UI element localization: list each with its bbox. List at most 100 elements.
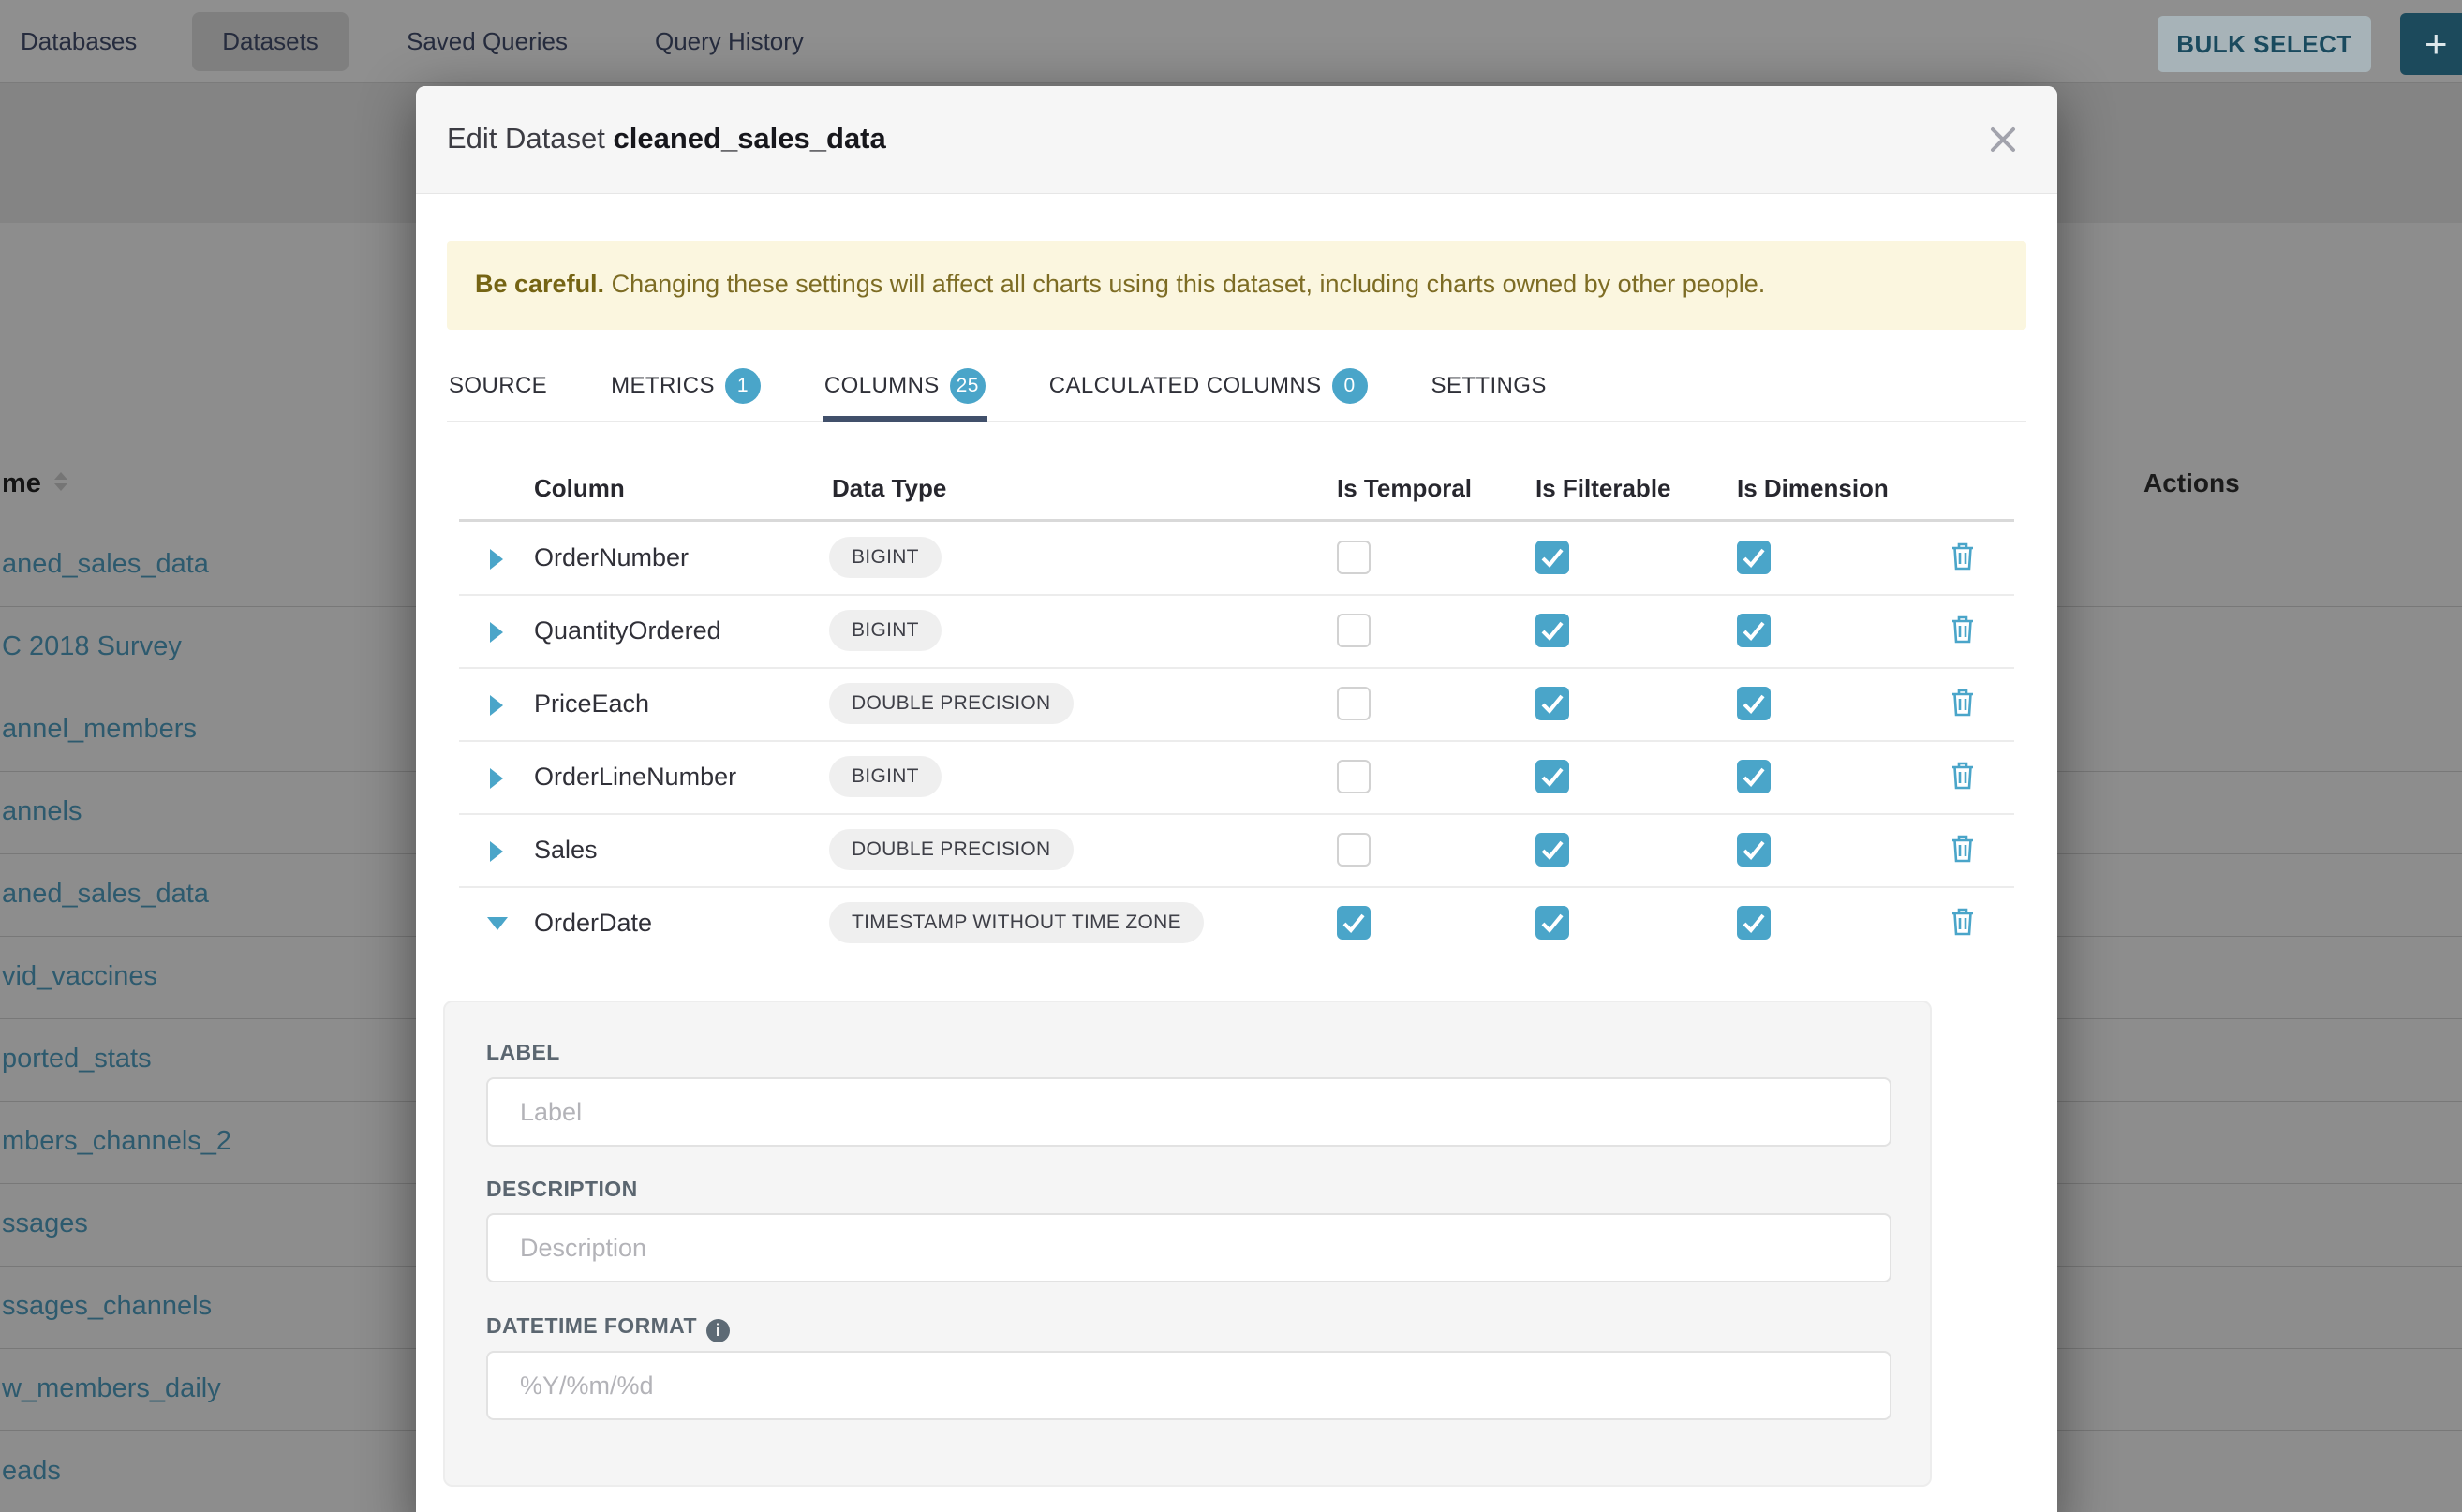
dataset-link[interactable]: aned_sales_data: [2, 549, 209, 580]
column-row-priceeach: PriceEach DOUBLE PRECISION: [459, 667, 2014, 742]
is-temporal-checkbox[interactable]: [1337, 687, 1371, 720]
delete-icon[interactable]: [1950, 761, 1975, 791]
header-is-filterable: Is Filterable: [1535, 474, 1671, 503]
column-row-orderlinenumber: OrderLineNumber BIGINT: [459, 740, 2014, 815]
data-type-pill: DOUBLE PRECISION: [829, 683, 1074, 724]
modal-title: Edit Dataset cleaned_sales_data: [447, 122, 886, 156]
expand-caret-icon[interactable]: [490, 841, 503, 862]
nav-tab-datasets[interactable]: Datasets: [192, 12, 349, 71]
delete-icon[interactable]: [1950, 541, 1975, 571]
warning-banner: Be careful. Changing these settings will…: [447, 241, 2026, 330]
is-dimension-checkbox[interactable]: [1737, 760, 1771, 793]
edit-dataset-modal: Edit Dataset cleaned_sales_data Be caref…: [416, 86, 2057, 1512]
modal-title-dataset: cleaned_sales_data: [614, 122, 886, 155]
data-type-pill: BIGINT: [829, 756, 942, 797]
dataset-link[interactable]: ssages: [2, 1208, 88, 1239]
column-name: Sales: [534, 836, 598, 865]
header-is-temporal: Is Temporal: [1337, 474, 1472, 503]
sort-icon[interactable]: [54, 472, 67, 491]
is-dimension-checkbox[interactable]: [1737, 541, 1771, 574]
data-type-pill: BIGINT: [829, 610, 942, 651]
datetime-format-field-label: DATETIME FORMATi: [486, 1313, 730, 1342]
plus-icon: +: [2425, 22, 2448, 66]
metrics-count-badge: 1: [725, 368, 761, 404]
tab-settings[interactable]: SETTINGS: [1430, 351, 1549, 421]
nav-tab-saved-queries[interactable]: Saved Queries: [407, 0, 568, 82]
column-name: OrderDate: [534, 909, 652, 938]
column-name: OrderNumber: [534, 543, 689, 572]
header-is-dimension: Is Dimension: [1737, 474, 1889, 503]
is-filterable-checkbox[interactable]: [1535, 760, 1569, 793]
collapse-caret-icon[interactable]: [487, 917, 508, 930]
is-temporal-checkbox[interactable]: [1337, 614, 1371, 647]
nav-tab-databases[interactable]: Databases: [21, 0, 137, 82]
expand-caret-icon[interactable]: [490, 622, 503, 643]
dataset-link[interactable]: ported_stats: [2, 1044, 152, 1075]
top-navbar: Databases Datasets Saved Queries Query H…: [0, 0, 2462, 83]
column-row-orderdate: OrderDate TIMESTAMP WITHOUT TIME ZONE: [459, 886, 2014, 959]
is-dimension-checkbox[interactable]: [1737, 687, 1771, 720]
tab-columns[interactable]: COLUMNS 25: [823, 351, 987, 421]
dataset-link[interactable]: ssages_channels: [2, 1291, 212, 1322]
is-temporal-checkbox[interactable]: [1337, 541, 1371, 574]
actions-column-header: Actions: [2143, 468, 2240, 498]
column-row-sales: Sales DOUBLE PRECISION: [459, 813, 2014, 888]
column-name: QuantityOrdered: [534, 616, 721, 645]
expand-caret-icon[interactable]: [490, 695, 503, 716]
name-column-header[interactable]: me: [2, 468, 41, 499]
column-name: PriceEach: [534, 689, 649, 719]
nav-tab-query-history[interactable]: Query History: [655, 0, 804, 82]
dataset-link[interactable]: annel_members: [2, 714, 197, 745]
is-filterable-checkbox[interactable]: [1535, 906, 1569, 940]
dataset-link[interactable]: mbers_channels_2: [2, 1126, 231, 1157]
tab-source[interactable]: SOURCE: [447, 351, 549, 421]
is-filterable-checkbox[interactable]: [1535, 687, 1569, 720]
dataset-link[interactable]: vid_vaccines: [2, 961, 157, 992]
description-field-label: DESCRIPTION: [486, 1177, 638, 1202]
dataset-link[interactable]: w_members_daily: [2, 1373, 221, 1404]
bulk-select-button[interactable]: BULK SELECT: [2158, 16, 2371, 72]
description-input[interactable]: [486, 1213, 1891, 1282]
columns-count-badge: 25: [950, 368, 986, 404]
modal-header: Edit Dataset cleaned_sales_data: [416, 86, 2057, 194]
is-dimension-checkbox[interactable]: [1737, 614, 1771, 647]
dataset-link[interactable]: eads: [2, 1456, 61, 1487]
modal-title-prefix: Edit Dataset: [447, 122, 605, 155]
add-dataset-button[interactable]: +: [2400, 13, 2462, 75]
tab-metrics[interactable]: METRICS 1: [609, 351, 763, 421]
calculated-columns-count-badge: 0: [1332, 368, 1368, 404]
datetime-format-input[interactable]: [486, 1351, 1891, 1420]
warning-text: Be careful. Changing these settings will…: [475, 270, 1765, 299]
is-temporal-checkbox[interactable]: [1337, 833, 1371, 867]
is-temporal-checkbox[interactable]: [1337, 906, 1371, 940]
is-temporal-checkbox[interactable]: [1337, 760, 1371, 793]
delete-icon[interactable]: [1950, 615, 1975, 645]
is-dimension-checkbox[interactable]: [1737, 833, 1771, 867]
expand-caret-icon[interactable]: [490, 768, 503, 789]
column-editor-panel: LABEL DESCRIPTION DATETIME FORMATi: [443, 1001, 1932, 1487]
info-icon[interactable]: i: [706, 1319, 730, 1342]
dataset-link[interactable]: aned_sales_data: [2, 879, 209, 910]
is-filterable-checkbox[interactable]: [1535, 833, 1569, 867]
dataset-link[interactable]: C 2018 Survey: [2, 631, 182, 662]
is-filterable-checkbox[interactable]: [1535, 541, 1569, 574]
label-field-label: LABEL: [486, 1040, 560, 1065]
tab-calculated-columns[interactable]: CALCULATED COLUMNS 0: [1047, 351, 1370, 421]
data-type-pill: BIGINT: [829, 537, 942, 578]
header-column: Column: [534, 474, 625, 503]
header-data-type: Data Type: [832, 474, 946, 503]
column-row-ordernumber: OrderNumber BIGINT: [459, 521, 2014, 596]
modal-tabs: SOURCE METRICS 1 COLUMNS 25 CALCULATED C…: [447, 351, 2026, 422]
delete-icon[interactable]: [1950, 688, 1975, 718]
data-type-pill: TIMESTAMP WITHOUT TIME ZONE: [829, 902, 1204, 943]
is-filterable-checkbox[interactable]: [1535, 614, 1569, 647]
column-row-quantityordered: QuantityOrdered BIGINT: [459, 594, 2014, 669]
label-input[interactable]: [486, 1077, 1891, 1147]
delete-icon[interactable]: [1950, 907, 1975, 937]
close-icon[interactable]: [1985, 122, 2021, 157]
column-name: OrderLineNumber: [534, 763, 736, 792]
delete-icon[interactable]: [1950, 834, 1975, 864]
is-dimension-checkbox[interactable]: [1737, 906, 1771, 940]
dataset-link[interactable]: annels: [2, 796, 82, 827]
expand-caret-icon[interactable]: [490, 549, 503, 570]
